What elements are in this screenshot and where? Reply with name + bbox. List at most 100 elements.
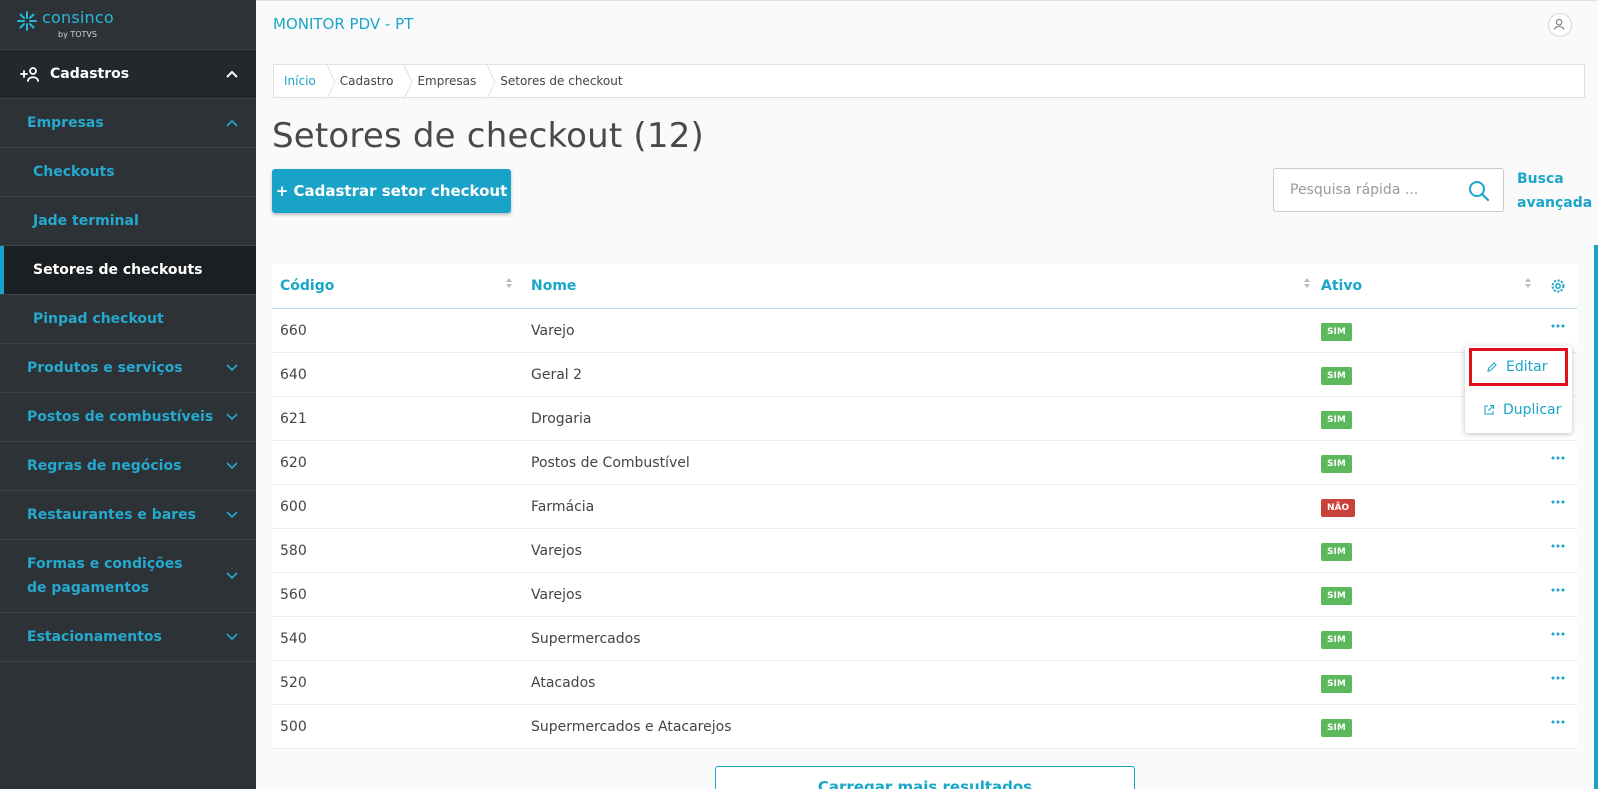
- sidebar-item-pinpad-checkout[interactable]: Pinpad checkout: [0, 295, 256, 344]
- cell-code: 621: [280, 411, 307, 427]
- table-row[interactable]: 560 Varejos SIM: [272, 573, 1577, 617]
- column-header-codigo[interactable]: Código: [280, 278, 334, 294]
- status-badge: SIM: [1321, 323, 1352, 341]
- quick-search-input[interactable]: Pesquisa rápida ...: [1273, 168, 1504, 212]
- more-options-icon[interactable]: [1548, 541, 1568, 551]
- sidebar-item-setores-de-checkouts[interactable]: Setores de checkouts: [0, 246, 256, 295]
- cell-code: 640: [280, 367, 307, 383]
- load-more-button[interactable]: Carregar mais resultados: [715, 766, 1135, 789]
- add-user-icon: [20, 67, 39, 82]
- brand-logo[interactable]: consinco by TOTVS: [0, 0, 256, 50]
- cell-name: Drogaria: [531, 411, 592, 427]
- sidebar-item-label: Checkouts: [33, 164, 115, 180]
- breadcrumb-label: Empresas: [417, 74, 477, 88]
- status-badge: SIM: [1321, 455, 1352, 473]
- sidebar-item-label: Cadastros: [50, 66, 130, 82]
- sort-icon[interactable]: [1303, 277, 1311, 289]
- breadcrumb-label: Cadastro: [339, 74, 394, 88]
- sidebar-item-formas-e-condicoes[interactable]: Formas e condições de pagamentos: [0, 540, 256, 613]
- edit-menu-item[interactable]: Editar: [1469, 348, 1568, 386]
- sidebar-item-label: Postos de combustíveis: [27, 409, 214, 425]
- sort-icon[interactable]: [505, 277, 513, 289]
- chevron-down-icon: [226, 462, 238, 470]
- cell-code: 500: [280, 719, 307, 735]
- sidebar-item-checkouts[interactable]: Checkouts: [0, 148, 256, 197]
- scrollbar[interactable]: [1594, 245, 1598, 789]
- search-icon[interactable]: [1467, 179, 1491, 203]
- status-badge: SIM: [1321, 719, 1352, 737]
- sidebar-item-label: Regras de negócios: [27, 458, 182, 474]
- table-row[interactable]: 660 Varejo SIM: [272, 309, 1577, 353]
- duplicate-menu-item[interactable]: Duplicar: [1469, 391, 1568, 429]
- top-divider: [256, 0, 1598, 1]
- sidebar-item-label: Restaurantes e bares: [27, 507, 196, 523]
- cell-code: 540: [280, 631, 307, 647]
- sidebar-item-produtos-e-servicos[interactable]: Produtos e serviços: [0, 344, 256, 393]
- consinco-logo-icon: [17, 11, 37, 31]
- table-row[interactable]: 540 Supermercados SIM: [272, 617, 1577, 661]
- brand-sub: by TOTVS: [58, 30, 97, 39]
- cell-code: 620: [280, 455, 307, 471]
- user-avatar[interactable]: [1548, 13, 1572, 37]
- cell-name: Varejos: [531, 587, 582, 603]
- chevron-up-icon: [226, 70, 238, 78]
- sidebar-item-regras-de-negocios[interactable]: Regras de negócios: [0, 442, 256, 491]
- cell-name: Varejo: [531, 323, 575, 339]
- add-sector-button[interactable]: + Cadastrar setor checkout: [272, 169, 511, 213]
- cell-name: Farmácia: [531, 499, 595, 515]
- sidebar-item-jade-terminal[interactable]: Jade terminal: [0, 197, 256, 246]
- sidebar-item-label: Estacionamentos: [27, 629, 162, 645]
- edit-label: Editar: [1506, 359, 1548, 375]
- more-options-icon[interactable]: [1548, 453, 1568, 463]
- more-options-icon[interactable]: [1548, 673, 1568, 683]
- table-body: 660 Varejo SIM 640 Geral 2 SIM 621 Drogaria SIM 6…: [272, 309, 1577, 749]
- table-row[interactable]: 500 Supermercados e Atacarejos SIM: [272, 705, 1577, 749]
- breadcrumb-label: Setores de checkout: [500, 74, 623, 88]
- breadcrumb-item-inicio[interactable]: Início: [274, 65, 336, 99]
- sidebar-item-label: Jade terminal: [33, 213, 139, 229]
- chevron-down-icon: [226, 572, 238, 580]
- sidebar-item-estacionamentos[interactable]: Estacionamentos: [0, 613, 256, 662]
- more-options-icon[interactable]: [1548, 497, 1568, 507]
- breadcrumb-item-current: Setores de checkout: [490, 65, 636, 97]
- cell-code: 660: [280, 323, 307, 339]
- table-row[interactable]: 600 Farmácia NÃO: [272, 485, 1577, 529]
- table-row[interactable]: 620 Postos de Combustível SIM: [272, 441, 1577, 485]
- gear-icon[interactable]: [1549, 277, 1567, 295]
- sort-icon[interactable]: [1524, 277, 1532, 289]
- sidebar-item-cadastros[interactable]: Cadastros: [0, 50, 256, 99]
- breadcrumb: Início Cadastro Empresas Setores de chec…: [273, 64, 1585, 99]
- chevron-down-icon: [226, 364, 238, 372]
- app-title: MONITOR PDV - PT: [273, 15, 414, 33]
- breadcrumb-item-cadastro[interactable]: Cadastro: [330, 65, 413, 99]
- advanced-search-link[interactable]: Busca avançada: [1517, 167, 1592, 215]
- more-options-icon[interactable]: [1548, 321, 1568, 331]
- more-options-icon[interactable]: [1548, 585, 1568, 595]
- sidebar-item-postos-de-combustiveis[interactable]: Postos de combustíveis: [0, 393, 256, 442]
- sidebar-item-restaurantes-e-bares[interactable]: Restaurantes e bares: [0, 491, 256, 540]
- pencil-icon: [1487, 362, 1497, 372]
- cell-name: Atacados: [531, 675, 596, 691]
- table-row[interactable]: 640 Geral 2 SIM: [272, 353, 1577, 397]
- cell-code: 580: [280, 543, 307, 559]
- column-header-nome[interactable]: Nome: [531, 278, 576, 294]
- cell-name: Supermercados: [531, 631, 641, 647]
- chevron-down-icon: [226, 413, 238, 421]
- more-options-icon[interactable]: [1548, 717, 1568, 727]
- duplicate-label: Duplicar: [1503, 402, 1562, 418]
- sidebar-item-label: Setores de checkouts: [33, 262, 203, 278]
- table-row[interactable]: 580 Varejos SIM: [272, 529, 1577, 573]
- cell-name: Supermercados e Atacarejos: [531, 719, 732, 735]
- table-row[interactable]: 621 Drogaria SIM: [272, 397, 1577, 441]
- cell-code: 560: [280, 587, 307, 603]
- sectors-table: Código Nome Ativo 660 Varejo SIM 640 Geral 2…: [272, 264, 1577, 749]
- breadcrumb-item-empresas[interactable]: Empresas: [407, 65, 496, 99]
- page-title: Setores de checkout (12): [272, 116, 705, 156]
- table-row[interactable]: 520 Atacados SIM: [272, 661, 1577, 705]
- column-header-ativo[interactable]: Ativo: [1321, 278, 1362, 294]
- chevron-down-icon: [226, 633, 238, 641]
- status-badge: SIM: [1321, 631, 1352, 649]
- more-options-icon[interactable]: [1548, 629, 1568, 639]
- sidebar-item-empresas[interactable]: Empresas: [0, 99, 256, 148]
- status-badge: SIM: [1321, 367, 1352, 385]
